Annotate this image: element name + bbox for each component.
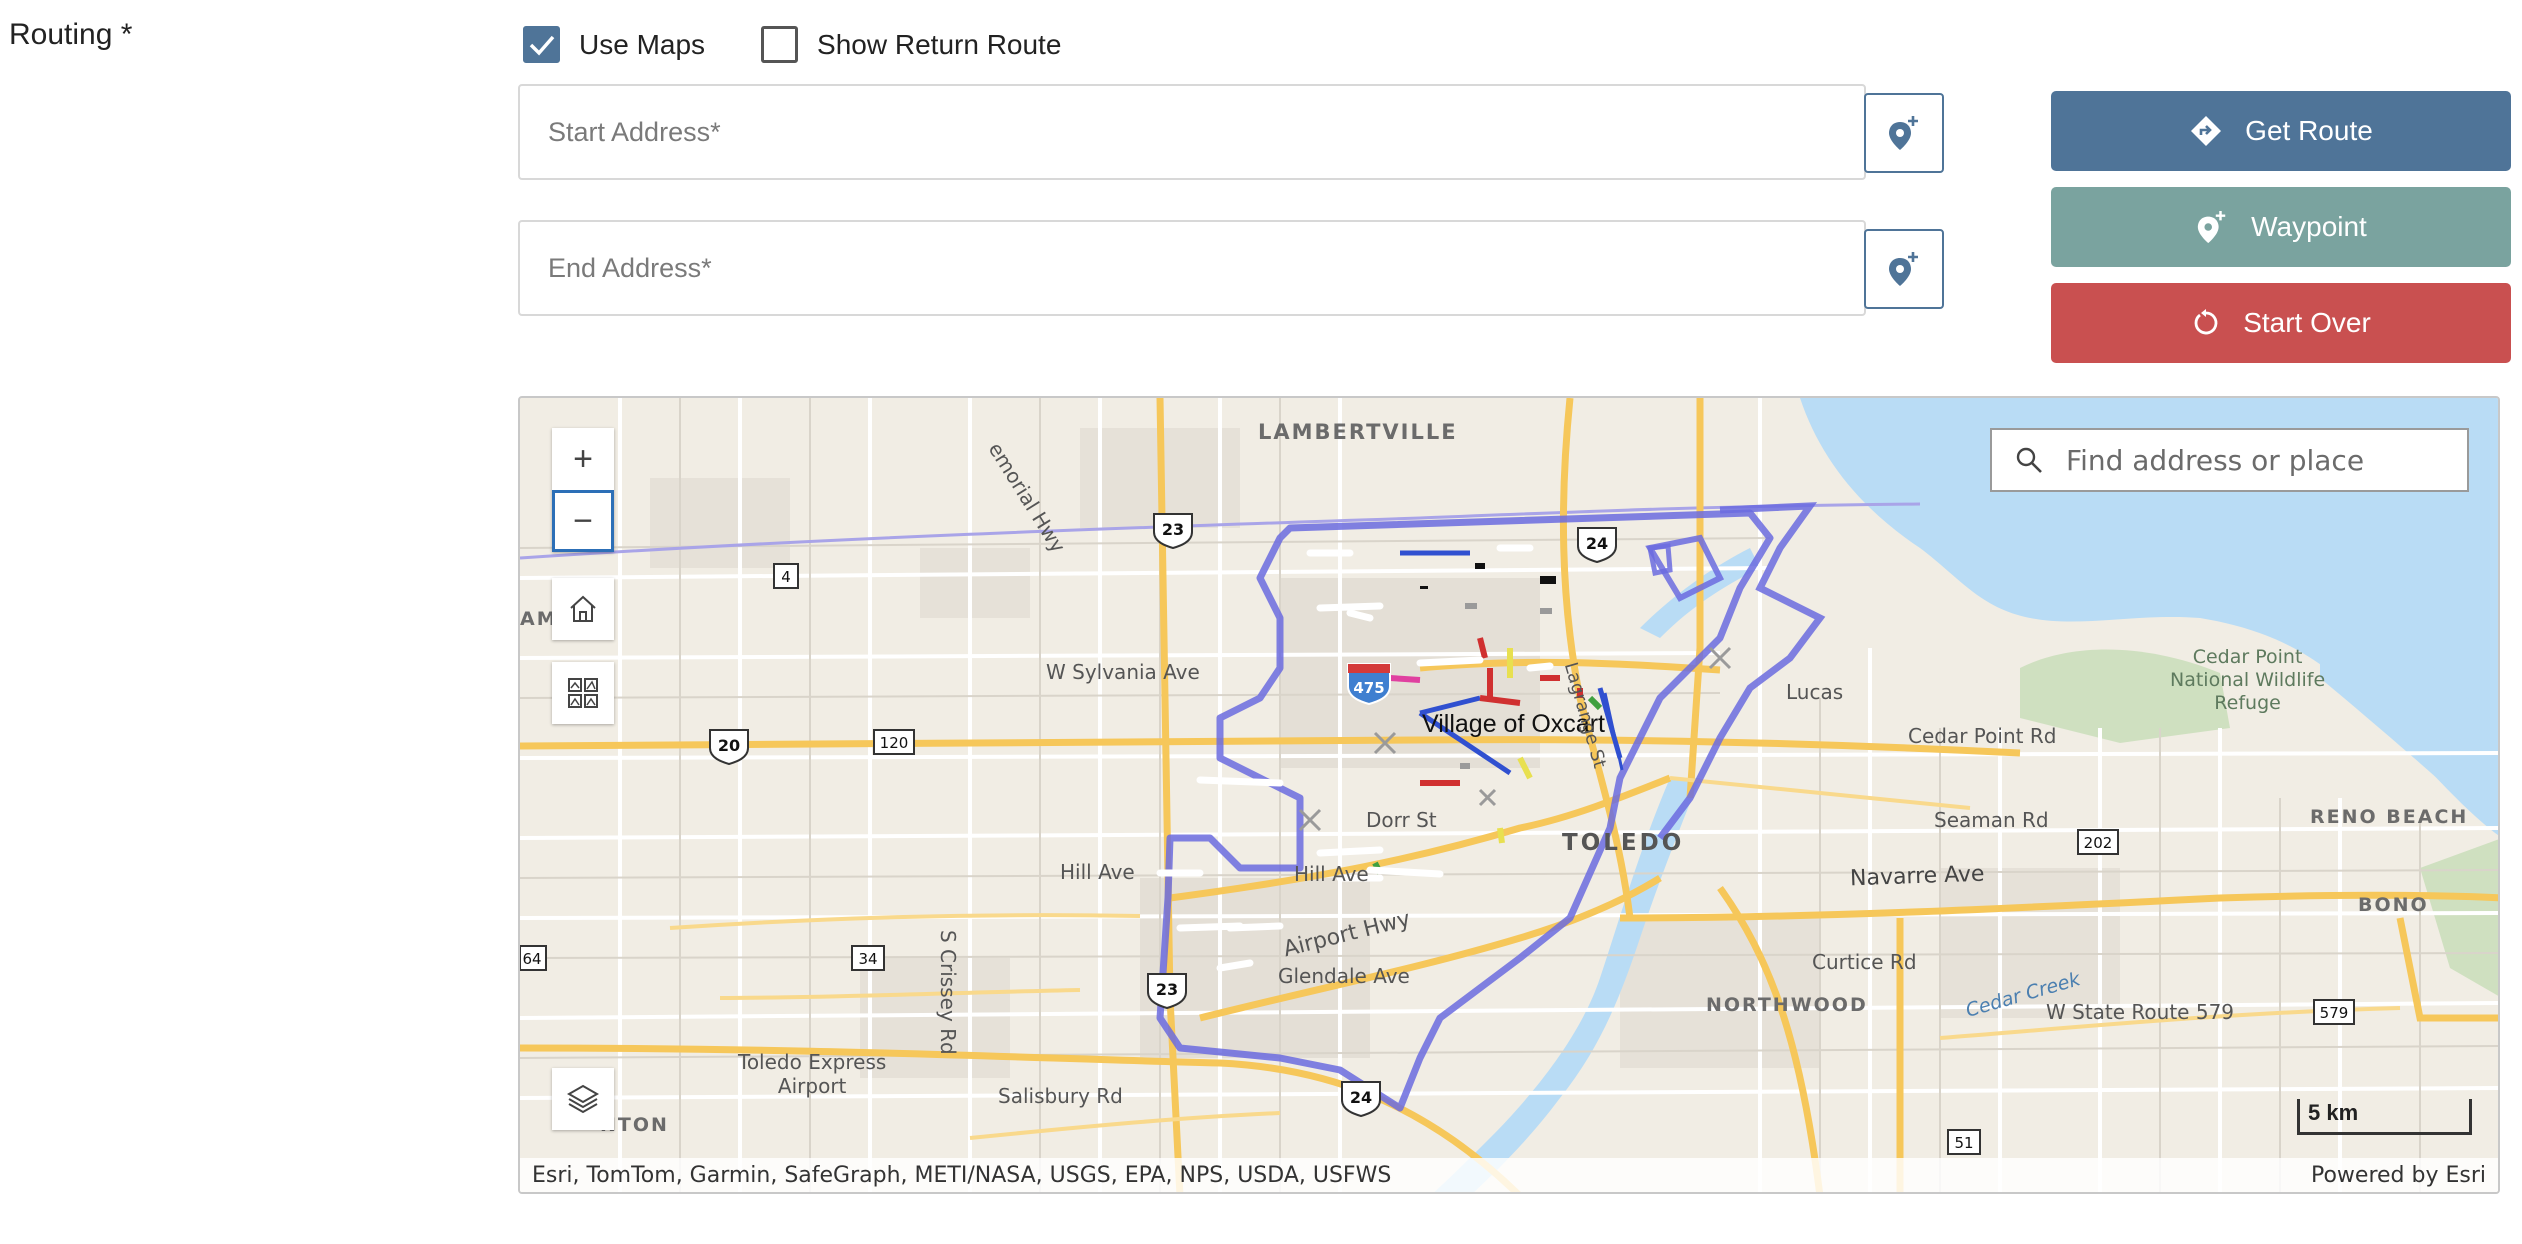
layer-list-button[interactable] bbox=[552, 1068, 614, 1130]
shield-i475: 475 bbox=[1344, 662, 1394, 710]
get-route-label: Get Route bbox=[2245, 115, 2373, 146]
shield-us23-north: 23 bbox=[1150, 510, 1196, 554]
shield-us24-south: 24 bbox=[1338, 1078, 1384, 1122]
label-w-sylvania: W Sylvania Ave bbox=[1046, 660, 1200, 684]
use-maps-label[interactable]: Use Maps bbox=[579, 29, 705, 61]
basemap-gallery-button[interactable] bbox=[552, 662, 614, 724]
label-toledo: TOLEDO bbox=[1562, 830, 1685, 856]
label-hill-ave-west: Hill Ave bbox=[1060, 860, 1135, 884]
waypoint-label: Waypoint bbox=[2251, 211, 2367, 242]
show-return-route-checkbox[interactable] bbox=[761, 26, 799, 63]
map-attribution: Esri, TomTom, Garmin, SafeGraph, METI/NA… bbox=[520, 1158, 2498, 1192]
shield-route-4: 4 bbox=[772, 562, 800, 594]
svg-text:64: 64 bbox=[522, 950, 541, 968]
show-return-route-label[interactable]: Show Return Route bbox=[817, 29, 1061, 61]
show-return-route-option[interactable]: Show Return Route bbox=[761, 26, 1061, 63]
svg-text:202: 202 bbox=[2084, 834, 2113, 852]
map-search-input[interactable] bbox=[2066, 443, 2446, 477]
use-maps-option[interactable]: Use Maps bbox=[523, 26, 705, 63]
label-lucas: Lucas bbox=[1786, 680, 1844, 704]
label-seaman-rd: Seaman Rd bbox=[1934, 808, 2049, 832]
label-navarre-ave: Navarre Ave bbox=[1849, 861, 1985, 892]
shield-us20: 20 bbox=[706, 726, 752, 770]
waypoint-button[interactable]: Waypoint bbox=[2051, 187, 2511, 267]
home-button[interactable] bbox=[552, 578, 614, 640]
svg-text:23: 23 bbox=[1156, 980, 1178, 999]
label-dorr-st: Dorr St bbox=[1366, 808, 1437, 832]
label-cedar-point-refuge: Cedar Point National Wildlife Refuge bbox=[2170, 646, 2326, 714]
shield-us24-north: 24 bbox=[1574, 524, 1620, 568]
label-glendale-ave: Glendale Ave bbox=[1278, 964, 1410, 988]
routing-label: Routing * bbox=[9, 18, 133, 51]
add-location-icon bbox=[2197, 210, 2226, 244]
shield-route-120: 120 bbox=[872, 728, 916, 760]
svg-text:23: 23 bbox=[1162, 520, 1184, 539]
zoom-in-button[interactable]: + bbox=[552, 428, 614, 490]
search-icon bbox=[1992, 446, 2066, 474]
start-over-button[interactable]: Start Over bbox=[2051, 283, 2511, 363]
svg-text:579: 579 bbox=[2320, 1004, 2349, 1022]
shield-route-202: 202 bbox=[2076, 828, 2120, 860]
shield-route-51: 51 bbox=[1946, 1128, 1982, 1160]
svg-text:34: 34 bbox=[858, 950, 877, 968]
label-cedar-point-rd: Cedar Point Rd bbox=[1908, 724, 2057, 748]
routing-options: Use Maps Show Return Route bbox=[523, 26, 1061, 63]
home-icon bbox=[570, 595, 596, 622]
label-salisbury-rd: Salisbury Rd bbox=[998, 1084, 1123, 1108]
svg-text:51: 51 bbox=[1954, 1134, 1973, 1152]
label-lambertville: LAMBERTVILLE bbox=[1258, 420, 1458, 444]
directions-icon bbox=[2191, 116, 2222, 146]
svg-text:24: 24 bbox=[1350, 1088, 1372, 1107]
map-search bbox=[1990, 428, 2469, 492]
label-curtice-rd: Curtice Rd bbox=[1812, 950, 1917, 974]
shield-route-64: 64 bbox=[520, 944, 548, 976]
scale-bar: 5 km bbox=[2297, 1099, 2472, 1135]
label-s-crissey-rd: S Crissey Rd bbox=[936, 930, 960, 1055]
shield-us23-south: 23 bbox=[1144, 970, 1190, 1014]
reset-icon bbox=[2194, 309, 2218, 335]
label-reno-beach: RENO BEACH bbox=[2310, 806, 2469, 828]
end-address-pin-button[interactable] bbox=[1864, 229, 1944, 309]
powered-by-esri[interactable]: Powered by Esri bbox=[2311, 1163, 2486, 1188]
get-route-button[interactable]: Get Route bbox=[2051, 91, 2511, 171]
checkmark-icon bbox=[529, 35, 554, 56]
label-bono: BONO bbox=[2358, 894, 2429, 916]
end-address-input[interactable] bbox=[518, 220, 1866, 316]
label-hill-ave-mid: Hill Ave bbox=[1294, 862, 1369, 886]
start-over-label: Start Over bbox=[2243, 307, 2371, 338]
label-w-state-route-579: W State Route 579 bbox=[2046, 1000, 2235, 1024]
svg-text:20: 20 bbox=[718, 736, 740, 755]
label-toledo-express-airport: Toledo Express Airport bbox=[738, 1050, 887, 1098]
start-address-pin-button[interactable] bbox=[1864, 93, 1944, 173]
gallery-icon bbox=[568, 678, 598, 708]
route-map[interactable]: LAMBERTVILLE emorial Hwy W Sylvania Ave … bbox=[518, 396, 2500, 1194]
svg-text:120: 120 bbox=[880, 734, 909, 752]
svg-text:4: 4 bbox=[781, 568, 791, 586]
shield-route-579: 579 bbox=[2312, 998, 2356, 1030]
use-maps-checkbox[interactable] bbox=[523, 26, 560, 63]
shield-route-34: 34 bbox=[850, 944, 886, 976]
start-address-input[interactable] bbox=[518, 84, 1866, 180]
attribution-text: Esri, TomTom, Garmin, SafeGraph, METI/NA… bbox=[532, 1162, 1392, 1188]
add-location-icon bbox=[1889, 252, 1918, 286]
svg-text:475: 475 bbox=[1353, 679, 1384, 697]
add-location-icon bbox=[1889, 116, 1918, 150]
zoom-out-button[interactable]: − bbox=[552, 490, 614, 552]
svg-text:24: 24 bbox=[1586, 534, 1608, 553]
label-northwood: NORTHWOOD bbox=[1706, 994, 1868, 1016]
zoom-controls: + − bbox=[552, 428, 614, 552]
layers-icon bbox=[566, 1084, 600, 1114]
